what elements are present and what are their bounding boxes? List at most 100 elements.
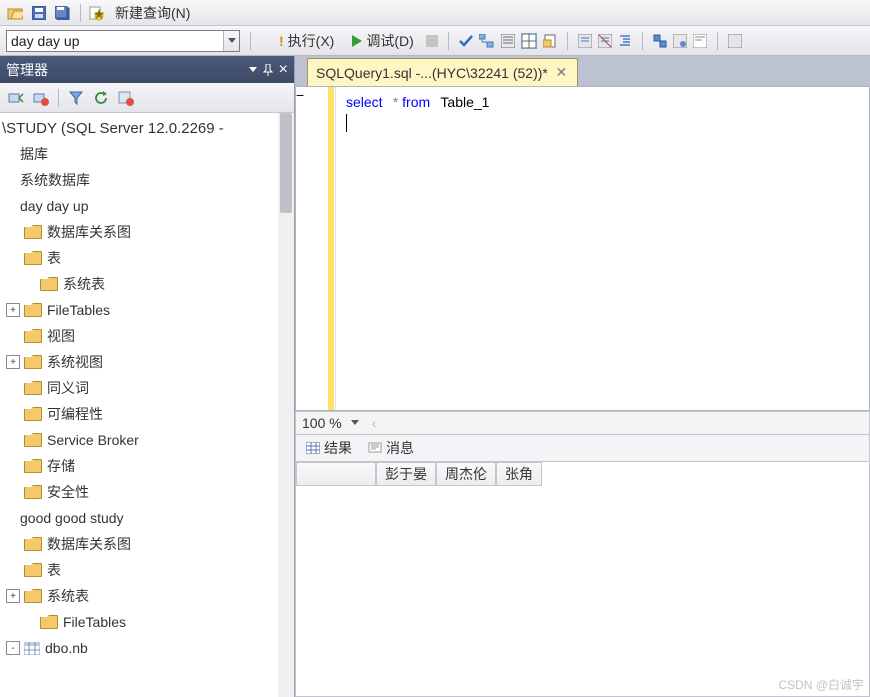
grid-header-row: 彭于晏 周杰伦 张角 [296,462,542,486]
expand-icon[interactable]: + [6,589,20,603]
tree-item[interactable]: 数据库关系图 [0,219,294,245]
tree-item[interactable]: FileTables [0,609,294,635]
check-icon[interactable] [459,35,473,47]
scrollbar-thumb[interactable] [280,113,292,213]
kw-select: select [346,94,383,110]
col-header-2[interactable]: 周杰伦 [436,462,496,486]
connect-icon[interactable] [4,87,28,109]
col-header-1[interactable]: 彭于晏 [376,462,436,486]
tree-item[interactable]: 表 [0,245,294,271]
tree-item[interactable]: + 系统表 [0,583,294,609]
new-query-button[interactable]: 新建查询(N) [109,1,196,25]
filter-icon[interactable] [64,87,88,109]
tree-item[interactable]: 同义词 [0,375,294,401]
tree-item[interactable]: good good study [0,505,294,531]
intellisense-icon[interactable] [653,34,667,48]
table-icon [24,642,40,655]
indent-icon[interactable] [618,34,632,48]
tab-close-icon[interactable]: ✕ [554,65,569,80]
disconnect-icon[interactable] [29,87,53,109]
folder-icon [24,303,42,317]
results-tabstrip: 结果 消息 [295,435,870,461]
expand-icon[interactable]: - [6,641,20,655]
change-marker [328,87,334,410]
svg-text:★: ★ [93,6,104,21]
save-all-icon[interactable] [52,3,74,23]
folder-icon [24,433,42,447]
tree-item-label: 视图 [47,326,75,346]
stop-icon[interactable] [426,35,438,47]
code-editor[interactable]: − select * from Table_1 [295,86,870,411]
database-combo[interactable]: day day up [6,30,240,52]
tree-scrollbar[interactable] [278,113,294,697]
open-icon[interactable] [4,3,26,23]
message-icon [368,442,382,454]
comment-icon[interactable] [578,34,592,48]
col-header-3[interactable]: 张角 [496,462,542,486]
row-header-corner[interactable] [296,462,376,486]
tab-messages[interactable]: 消息 [362,436,420,460]
pin-icon[interactable] [263,64,273,76]
uncomment-icon[interactable] [598,34,612,48]
stop-refresh-icon[interactable] [114,87,138,109]
expand-icon[interactable]: + [6,355,20,369]
tab-sqlquery1[interactable]: SQLQuery1.sql -...(HYC\32241 (52))* ✕ [307,58,578,86]
tree-item[interactable]: 视图 [0,323,294,349]
zoom-bar: 100 % ‹ [295,411,870,435]
tree-item[interactable]: 数据库关系图 [0,531,294,557]
database-combo-value: day day up [11,33,80,49]
tab-label: SQLQuery1.sql -...(HYC\32241 (52))* [316,65,548,81]
results-to-file-icon[interactable] [543,34,557,48]
tree-item-label: 系统表 [47,586,89,606]
tree-item[interactable]: +FileTables [0,297,294,323]
tree-item-label: Service Broker [47,432,139,448]
new-query-icon[interactable]: ★ [85,3,107,23]
help-icon[interactable] [728,34,742,48]
tree-item[interactable]: 存储 [0,453,294,479]
tree-item-label: 数据库关系图 [47,534,131,554]
grid-icon [306,442,320,454]
tree-item[interactable]: 安全性 [0,479,294,505]
options-icon[interactable] [673,34,687,48]
tree-root[interactable]: \STUDY (SQL Server 12.0.2269 - [0,115,294,141]
refresh-icon[interactable] [89,87,113,109]
debug-label: 调试(D) [366,31,413,51]
execute-button[interactable]: ! 执行(X) [273,29,340,53]
code-table: Table_1 [440,94,489,110]
watermark: CSDN @白诚宇 [778,676,864,693]
expand-icon[interactable]: + [6,303,20,317]
tree-item-label: good good study [20,510,124,526]
results-to-grid-icon[interactable] [521,33,537,49]
tree-item[interactable]: -dbo.nb [0,635,294,661]
code-body[interactable]: select * from Table_1 [336,87,499,410]
tree-item[interactable]: 表 [0,557,294,583]
tree-item[interactable]: 据库 [0,141,294,167]
save-icon[interactable] [28,3,50,23]
dropdown-icon[interactable] [249,67,257,73]
tree-item-label: FileTables [63,614,126,630]
tree-item-label: 可编程性 [47,404,103,424]
tree-item[interactable]: 系统数据库 [0,167,294,193]
zoom-dropdown-icon[interactable] [348,416,362,430]
schema-icon[interactable] [479,34,495,48]
tree-item[interactable]: +系统视图 [0,349,294,375]
object-tree[interactable]: \STUDY (SQL Server 12.0.2269 - 据库系统数据库da… [0,113,294,697]
editor-pane: SQLQuery1.sql -...(HYC\32241 (52))* ✕ − … [295,56,870,697]
tree-item[interactable]: 可编程性 [0,401,294,427]
results-to-text-icon[interactable] [501,34,515,48]
tree-item[interactable]: day day up [0,193,294,219]
tree-item[interactable]: Service Broker [0,427,294,453]
tree-item[interactable]: 系统表 [0,271,294,297]
close-icon[interactable]: × [279,61,288,79]
results-grid[interactable]: 彭于晏 周杰伦 张角 [295,461,870,697]
chevron-down-icon[interactable] [223,31,239,51]
nav-left-icon[interactable]: ‹ [372,415,377,431]
separator [448,32,449,50]
object-explorer: 管理器 × \STUDY (SQL Server 12.0.2269 - 据库系… [0,56,295,697]
tab-results[interactable]: 结果 [300,436,358,460]
snippet-icon[interactable] [693,34,707,48]
debug-button[interactable]: 调试(D) [346,29,419,53]
fold-icon[interactable]: − [296,87,304,103]
zoom-value[interactable]: 100 % [302,415,342,431]
folder-icon [24,329,42,343]
